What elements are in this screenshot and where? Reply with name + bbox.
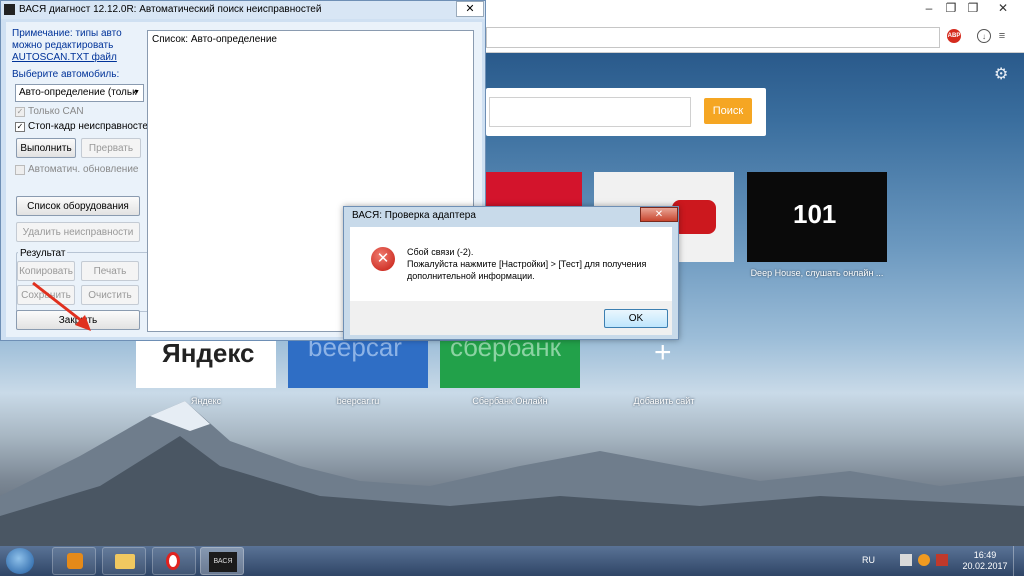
taskbar-vasya[interactable]: ВАСЯ bbox=[200, 547, 244, 575]
app-icon bbox=[4, 4, 15, 15]
yandex-logo: Яндекс bbox=[162, 338, 255, 368]
taskbar-media-player[interactable] bbox=[52, 547, 96, 575]
delete-faults-button[interactable]: Удалить неисправности bbox=[16, 222, 140, 242]
choose-car-label: Выберите автомобиль: bbox=[12, 69, 120, 80]
run-button[interactable]: Выполнить bbox=[16, 138, 76, 158]
list-item: Список: Авто-определение bbox=[152, 34, 277, 45]
freeze-frame-label: Стоп-кадр неисправностей bbox=[28, 121, 154, 132]
auto-update-checkbox[interactable] bbox=[15, 165, 25, 175]
dialog-title: ВАСЯ: Проверка адаптера bbox=[352, 210, 476, 221]
abort-button[interactable]: Прервать bbox=[81, 138, 141, 158]
minimize-icon[interactable]: – bbox=[918, 0, 940, 16]
tile-label-yandex: Яндекс bbox=[190, 396, 222, 406]
window-title: ВАСЯ диагност 12.12.0R: Автоматический п… bbox=[19, 4, 322, 15]
tray-app-icon[interactable] bbox=[936, 554, 948, 566]
taskbar-opera[interactable] bbox=[152, 547, 196, 575]
flag-icon[interactable] bbox=[900, 554, 912, 566]
show-desktop-button[interactable] bbox=[1013, 546, 1024, 576]
red-arrow-annotation bbox=[32, 281, 91, 331]
dialog-footer: OK bbox=[350, 301, 672, 335]
error-message-line: Пожалуйста нажмите [Настройки] > [Тест] … bbox=[407, 259, 647, 269]
start-button[interactable] bbox=[6, 548, 34, 574]
tile-label-add-site: Добавить сайт bbox=[633, 396, 695, 406]
media-player-icon bbox=[67, 553, 83, 569]
opera-icon bbox=[166, 552, 180, 570]
vasya-app-icon: ВАСЯ bbox=[209, 552, 237, 572]
car-select-value: Авто-определение (тольк bbox=[19, 87, 137, 98]
only-can-checkbox[interactable]: ✓ bbox=[15, 107, 25, 117]
taskbar-explorer[interactable] bbox=[102, 547, 146, 575]
clock-date: 20.02.2017 bbox=[962, 561, 1008, 571]
note-label: Примечание: типы авто bbox=[12, 28, 122, 39]
plus-icon: + bbox=[654, 336, 672, 369]
folder-icon bbox=[115, 554, 135, 569]
tray-app-icon[interactable] bbox=[918, 554, 930, 566]
error-message-line: Сбой связи (-2). bbox=[407, 247, 474, 257]
equipment-list-button[interactable]: Список оборудования bbox=[16, 196, 140, 216]
copy-button[interactable]: Копировать bbox=[17, 261, 75, 281]
print-button[interactable]: Печать bbox=[81, 261, 139, 281]
note-label: можно редактировать bbox=[12, 40, 114, 51]
dialog-content: ✕ Сбой связи (-2). Пожалуйста нажмите [Н… bbox=[350, 227, 672, 301]
tile-logo-101: 101 bbox=[793, 199, 837, 229]
close-icon[interactable]: ✕ bbox=[992, 0, 1014, 16]
error-icon: ✕ bbox=[371, 247, 395, 271]
dialog-close-button[interactable]: ✕ bbox=[640, 207, 678, 222]
only-can-label: Только CAN bbox=[28, 106, 84, 117]
tray-clock[interactable]: 16:49 20.02.2017 bbox=[960, 550, 1010, 572]
gear-icon[interactable]: ⚙ bbox=[994, 64, 1008, 84]
language-indicator[interactable]: RU bbox=[862, 555, 875, 565]
restore-icon[interactable]: ❐ bbox=[962, 0, 984, 16]
restore-icon[interactable]: ❐ bbox=[940, 0, 962, 16]
adblock-icon[interactable]: ABP bbox=[947, 29, 961, 43]
tile-label-beepcar: beepcar.ru bbox=[336, 396, 380, 406]
tile-label-sberbank: Сбербанк Онлайн bbox=[472, 396, 548, 406]
freeze-frame-checkbox[interactable]: ✓ bbox=[15, 122, 25, 132]
ok-button[interactable]: OK bbox=[604, 309, 668, 328]
error-message-line: дополнительной информации. bbox=[407, 271, 535, 281]
car-select[interactable]: Авто-определение (тольк ▼ bbox=[15, 84, 144, 102]
window-titlebar: ВАСЯ диагност 12.12.0R: Автоматический п… bbox=[1, 1, 485, 19]
search-input[interactable] bbox=[489, 97, 691, 127]
adapter-check-dialog: ВАСЯ: Проверка адаптера ✕ ✕ Сбой связи (… bbox=[343, 206, 679, 340]
dropdown-arrow-icon: ▼ bbox=[133, 89, 140, 96]
autoscan-file-link[interactable]: AUTOSCAN.TXT файл bbox=[12, 52, 117, 63]
auto-update-label: Автоматич. обновление bbox=[28, 164, 139, 175]
download-icon[interactable]: ↓ bbox=[977, 29, 991, 43]
search-button[interactable]: Поиск bbox=[704, 98, 752, 124]
close-button[interactable]: ✕ bbox=[456, 1, 484, 17]
clock-time: 16:49 bbox=[973, 550, 997, 560]
menu-icon[interactable]: ≡ bbox=[995, 29, 1009, 43]
tile-label-deep-house: Deep House, слушать онлайн ... bbox=[750, 268, 884, 278]
speed-dial-tile-101[interactable]: 101 bbox=[747, 172, 887, 262]
result-group-label: Результат bbox=[18, 248, 68, 259]
address-bar[interactable] bbox=[486, 27, 940, 48]
